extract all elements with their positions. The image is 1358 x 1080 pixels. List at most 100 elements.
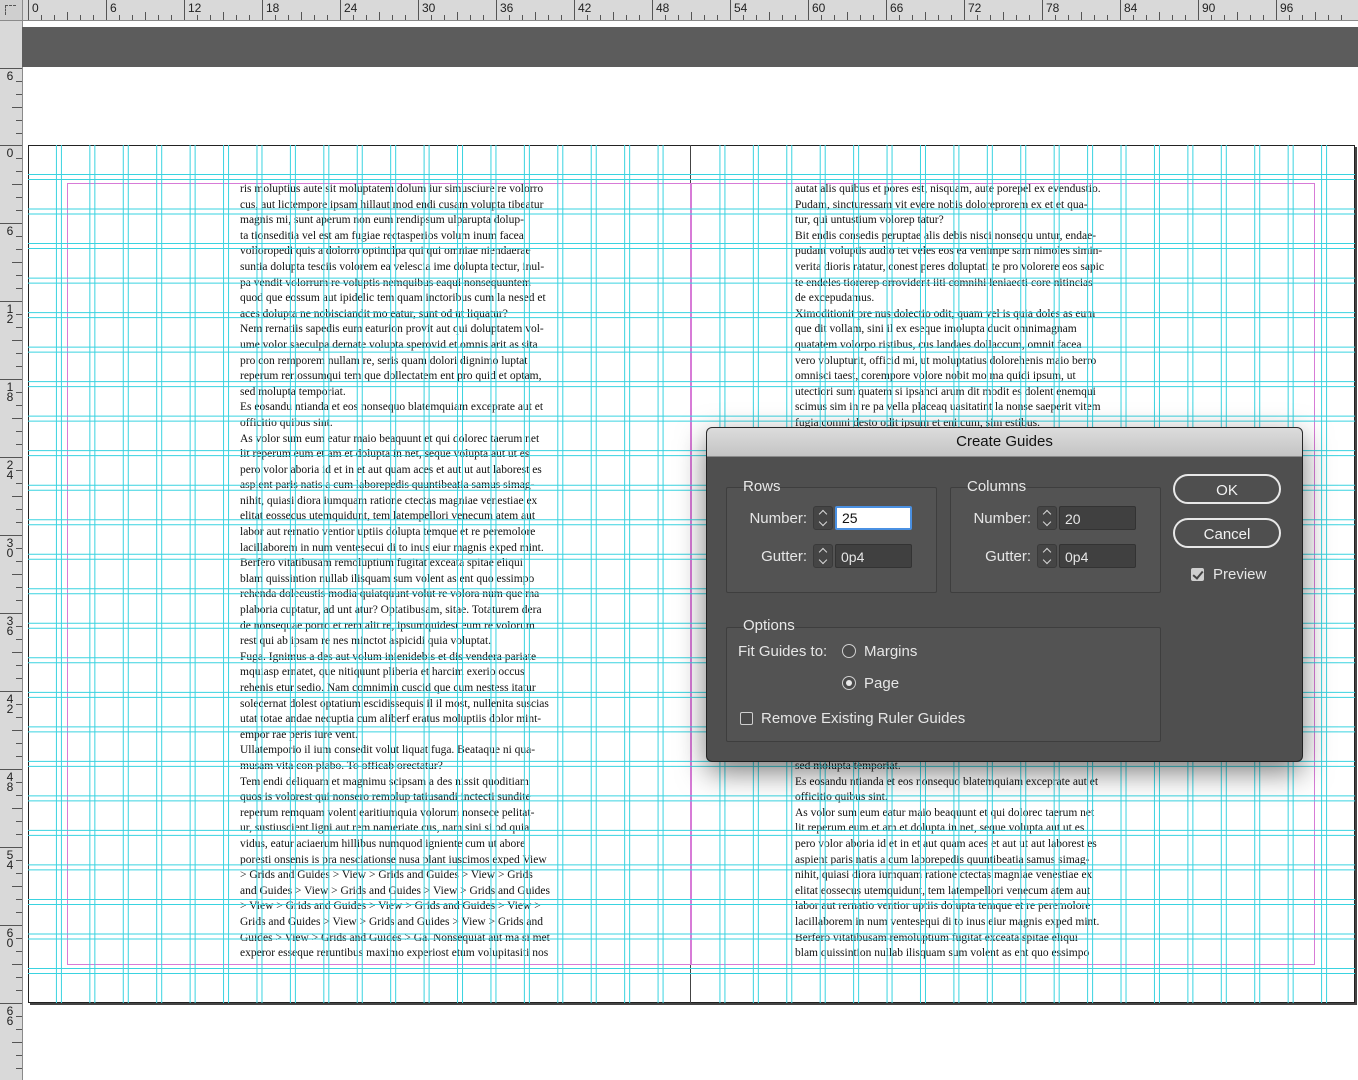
ruler-minor-tick	[1159, 12, 1160, 20]
ruler-minor-tick	[613, 12, 614, 20]
ruler-minor-tick	[80, 15, 81, 20]
text-line: Berfero vitatibusam remoluptium fugitat …	[795, 931, 1078, 944]
text-line: musam vita con plabo. To officab orectat…	[240, 759, 443, 772]
columns-number-stepper-icon[interactable]	[1037, 506, 1057, 530]
rows-gutter-input[interactable]: 0p4	[835, 544, 912, 568]
text-line: > View > Grids and Guides > View > Grids…	[240, 900, 541, 913]
rows-number-stepper-icon[interactable]	[813, 506, 833, 530]
horizontal-ruler[interactable]: 0 6 12 18 24 30 36 42 48 54 60 66 72 78 84 90 96	[0, 0, 1358, 21]
right-text-frame-bottom[interactable]: sed molupta temporiat. Es eosandu ntianda…	[795, 759, 1147, 965]
ruler-minor-tick	[16, 509, 22, 510]
ruler-tick	[106, 0, 107, 20]
columns-gutter-stepper-icon[interactable]	[1037, 544, 1057, 568]
text-line: labor aut rernatio ventior uptiis dolupt…	[795, 900, 1091, 913]
remove-guides-label[interactable]: Remove Existing Ruler Guides	[761, 710, 965, 727]
columns-number-input[interactable]: 20	[1059, 506, 1136, 530]
ruler-label: 48	[6, 770, 14, 794]
ruler-minor-tick	[912, 15, 913, 20]
columns-gutter-input[interactable]: 0p4	[1059, 544, 1136, 568]
vertical-ruler[interactable]: 60612182430364248546066	[0, 20, 23, 1080]
ruler-label: 18	[6, 380, 14, 404]
ruler-minor-tick	[16, 288, 22, 289]
ruler-minor-tick	[16, 990, 22, 991]
ruler-minor-tick	[1211, 15, 1212, 20]
text-line: lacillaborem in num ventesequi di to inu…	[795, 915, 1100, 928]
ruler-label: 36	[6, 614, 14, 638]
ruler-minor-tick	[12, 730, 22, 731]
rows-title: Rows	[743, 478, 781, 495]
text-line: Guides > View > Grids and Guides > Ga. N…	[240, 931, 550, 944]
ruler-minor-tick	[16, 860, 22, 861]
ruler-minor-tick	[626, 15, 627, 20]
text-line: pero volor aboria id et in et aut quam a…	[795, 837, 1097, 850]
cancel-button[interactable]: Cancel	[1173, 518, 1281, 548]
text-line: quos is volorest qui nonsero remolup tat…	[240, 791, 531, 804]
ruler-tick	[28, 0, 29, 20]
ruler-minor-tick	[743, 15, 744, 20]
text-line: pero volor aboria id et in et aut quam a…	[240, 463, 542, 476]
ruler-origin-icon[interactable]	[0, 0, 23, 21]
ruler-minor-tick	[392, 15, 393, 20]
ruler-minor-tick	[16, 431, 22, 432]
ruler-label: 18	[266, 1, 280, 15]
ruler-tick	[886, 0, 887, 20]
columns-group	[950, 487, 1161, 593]
ruler-minor-tick	[314, 15, 315, 20]
ruler-minor-tick	[795, 15, 796, 20]
ruler-minor-tick	[16, 314, 22, 315]
ruler-label: 12	[6, 302, 14, 326]
ruler-minor-tick	[1055, 15, 1056, 20]
ruler-minor-tick	[431, 15, 432, 20]
ruler-minor-tick	[249, 15, 250, 20]
page-radio[interactable]	[842, 676, 856, 690]
text-line: tur, qui untustium volorep tatur?	[795, 214, 944, 227]
preview-checkbox[interactable]	[1191, 568, 1204, 581]
ruler-label: 24	[6, 458, 14, 482]
margins-radio-label[interactable]: Margins	[864, 643, 917, 660]
page-radio-label[interactable]: Page	[864, 675, 899, 692]
ruler-minor-tick	[16, 951, 22, 952]
columns-title: Columns	[967, 478, 1027, 495]
ruler-minor-tick	[379, 12, 380, 20]
ruler-tick	[1042, 0, 1043, 20]
ruler-minor-tick	[275, 15, 276, 20]
ruler-tick	[184, 0, 185, 20]
ruler-minor-tick	[93, 15, 94, 20]
ruler-minor-tick	[444, 15, 445, 20]
preview-label[interactable]: Preview	[1213, 566, 1266, 583]
left-text-frame[interactable]: ris moluptius aute sit moluptatem dolum …	[240, 182, 592, 962]
ruler-minor-tick	[509, 15, 510, 20]
ruler-tick	[808, 0, 809, 20]
text-line: ris moluptius aute sit moluptatem dolum …	[240, 183, 544, 195]
ruler-minor-tick	[1250, 15, 1251, 20]
ruler-minor-tick	[821, 15, 822, 20]
text-line: autat alis quibus et pores est, nisquam,…	[795, 183, 1101, 195]
ruler-label: 42	[578, 1, 592, 15]
text-line: pro con remporem nullam re, seris quam d…	[240, 354, 528, 367]
ruler-minor-tick	[16, 249, 22, 250]
ruler-minor-tick	[678, 15, 679, 20]
ruler-minor-tick	[16, 639, 22, 640]
ruler-minor-tick	[16, 444, 22, 445]
ruler-label: 54	[6, 848, 14, 872]
ruler-label: 60	[6, 926, 14, 950]
ruler-minor-tick	[16, 912, 22, 913]
text-line: mquiasp ernatet, que nitiquunt pliberia …	[240, 666, 525, 679]
rows-number-input[interactable]: 25	[835, 506, 912, 530]
ruler-minor-tick	[12, 107, 22, 108]
ruler-label: 36	[500, 1, 514, 15]
ok-button[interactable]: OK	[1173, 474, 1281, 504]
rows-gutter-stepper-icon[interactable]	[813, 544, 833, 568]
text-line: que dit vollam, sini il ex eseque imolup…	[795, 323, 1077, 336]
right-text-frame-top[interactable]: autat alis quibus et pores est, nisquam,…	[795, 182, 1147, 430]
text-line: ta tionseditia vel est am fugiae rectasp…	[240, 229, 524, 242]
ruler-label: 42	[6, 692, 14, 716]
remove-guides-checkbox[interactable]	[740, 712, 753, 725]
columns-gutter-label: Gutter:	[985, 548, 1031, 565]
margins-radio[interactable]	[842, 644, 856, 658]
dialog-title[interactable]: Create Guides	[707, 428, 1302, 457]
ruler-minor-tick	[470, 15, 471, 20]
text-line: solecernat dolest optatium escidissequis…	[240, 697, 549, 710]
ruler-minor-tick	[16, 704, 22, 705]
text-line: de nonsequae porro et rem alit re, ipsum…	[240, 619, 535, 632]
